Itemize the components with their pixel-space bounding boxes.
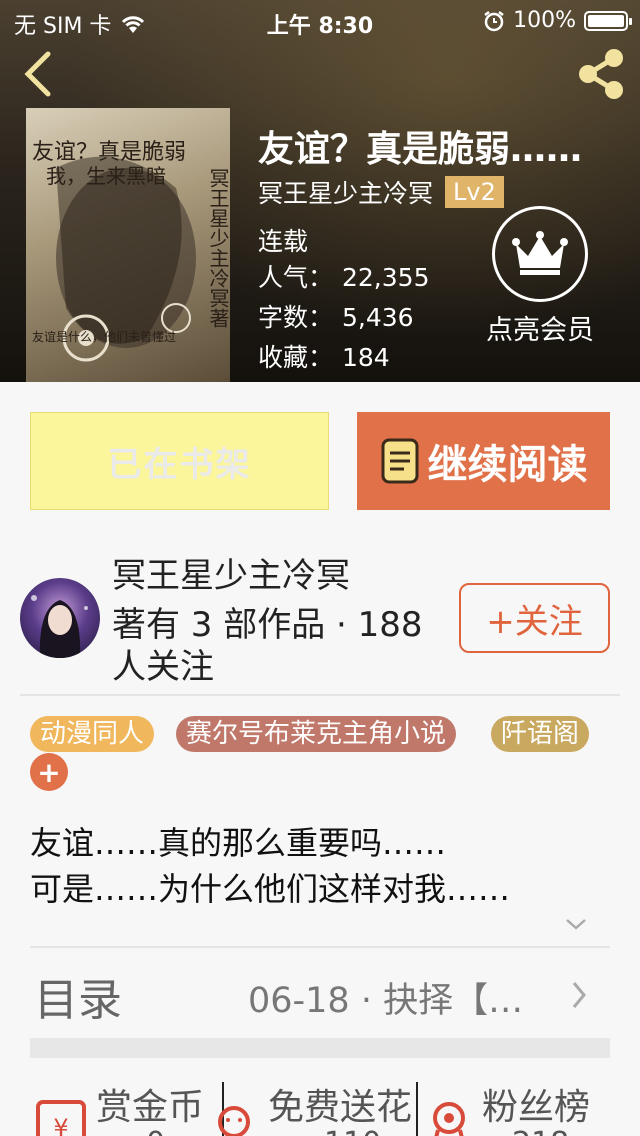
level-badge: Lv2 (445, 176, 504, 208)
latest-chapter[interactable]: 06-18 · 抉择【… (248, 972, 568, 1023)
continue-reading-label: 继续阅读 (427, 442, 588, 488)
on-shelf-button[interactable]: 已在书架 (30, 412, 329, 510)
stat-value: 184 (342, 343, 390, 372)
vip-circle (492, 206, 588, 302)
back-button[interactable] (18, 48, 62, 100)
chevron-down-icon (566, 919, 586, 930)
author-name[interactable]: 冥王星少主冷冥 (258, 174, 433, 210)
stat-word-count: 字数： 5,436 (258, 298, 414, 334)
fan-rank-value: 218 (512, 1126, 569, 1136)
vip-label: 点亮会员 (486, 315, 594, 346)
follow-button[interactable]: +关注 (459, 583, 610, 653)
chevron-left-icon (24, 51, 51, 97)
tag-seer-black[interactable]: 赛尔号布莱克主角小说 (176, 716, 457, 752)
tag-qianyuge[interactable]: 阡语阁 (491, 716, 590, 752)
book-cover[interactable]: 友谊？真是脆弱 我，生来黑暗 冥王星少主冷冥著 友谊是什么，他们未曾懂过 (26, 108, 230, 382)
stat-label: 人气： (258, 263, 334, 292)
serial-status: 连载 (258, 227, 309, 256)
author-profile-name[interactable]: 冥王星少主冷冥 (112, 548, 350, 597)
medal-icon (433, 1102, 465, 1136)
stat-value: 22,355 (342, 263, 430, 292)
intro-line: 友谊……真的那么重要吗…… (30, 824, 447, 862)
vip-button[interactable]: 点亮会员 (476, 206, 604, 347)
expand-intro-button[interactable] (564, 916, 588, 936)
book-intro[interactable]: 友谊……真的那么重要吗…… 可是……为什么他们这样对我…… (30, 820, 510, 912)
free-flowers-label[interactable]: 免费送花 (268, 1078, 412, 1130)
cover-text-line: 友谊是什么，他们未曾懂过 (32, 330, 177, 344)
battery-icon (584, 10, 632, 31)
stat-label: 字数： (258, 303, 334, 332)
battery-text: 100% (513, 8, 576, 33)
status-bar: 无 SIM 卡 上午 8:30 100% (0, 0, 640, 40)
book-header: 无 SIM 卡 上午 8:30 100% 友谊？真是脆弱 我，生来黑暗 冥王星少… (0, 0, 640, 382)
divider (30, 946, 610, 948)
tag-anime-fanfic[interactable]: 动漫同人 (30, 716, 155, 752)
stat-popularity: 人气： 22,355 (258, 258, 429, 294)
book-title: 友谊？真是脆弱…… (258, 129, 583, 170)
author-line: 冥王星少主冷冥 Lv2 (258, 174, 504, 210)
toc-label[interactable]: 目录 (34, 964, 122, 1028)
divider (20, 694, 620, 696)
avatar-artwork (31, 595, 88, 658)
add-tag-button[interactable]: + (30, 753, 68, 791)
flower-icon (218, 1106, 250, 1136)
book-icon (381, 438, 418, 484)
crown-icon (512, 231, 568, 275)
status-right: 100% (483, 8, 632, 33)
fan-rank-label[interactable]: 粉丝榜 (482, 1078, 590, 1130)
author-works-summary: 著有 3 部作品 · 188 人关注 (112, 605, 423, 687)
share-icon (579, 49, 623, 99)
stat-value: 5,436 (342, 303, 414, 332)
toc-arrow-button[interactable] (570, 980, 588, 1014)
alarm-icon (484, 10, 504, 31)
intro-line: 可是……为什么他们这样对我…… (30, 870, 511, 908)
free-flowers-value: 110 (324, 1126, 381, 1136)
share-button[interactable] (570, 44, 630, 104)
svg-text:¥: ¥ (53, 1114, 68, 1136)
chevron-right-icon (572, 982, 586, 1008)
section-separator (30, 1038, 610, 1058)
cover-text-line: 我，生来黑暗 (46, 164, 166, 188)
continue-reading-button[interactable]: 继续阅读 (357, 412, 610, 510)
reward-coins-value: 0 (146, 1126, 165, 1136)
vertical-divider (416, 1082, 418, 1136)
reward-coins-label[interactable]: 赏金币 (96, 1078, 204, 1130)
stat-favorites: 收藏： 184 (258, 338, 390, 374)
avatar[interactable] (20, 578, 100, 658)
stat-label: 收藏： (258, 343, 334, 372)
red-envelope-icon: ¥ (36, 1100, 86, 1136)
cover-text-line: 冥王星少主冷冥著 (206, 168, 230, 328)
